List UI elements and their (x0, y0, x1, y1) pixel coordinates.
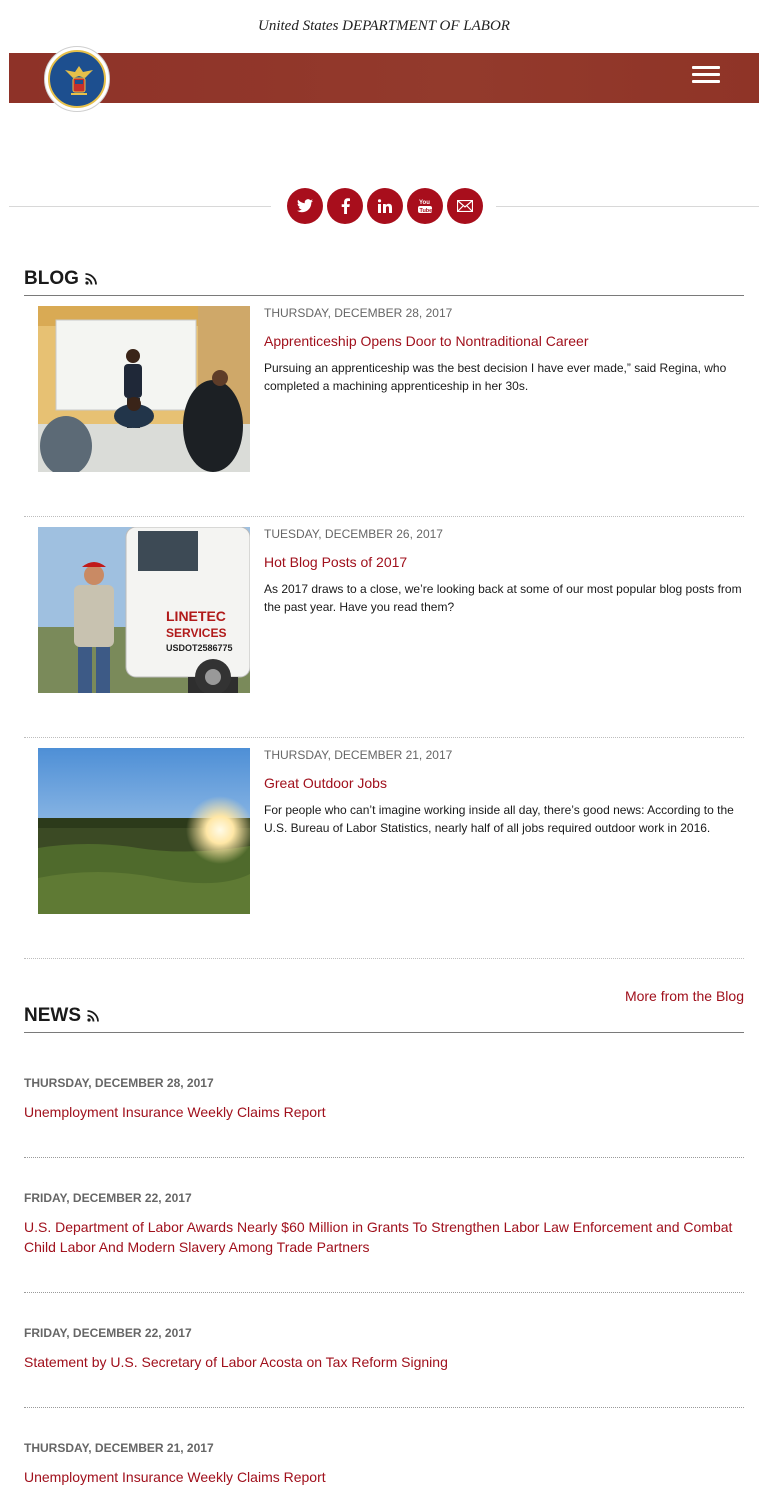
divider (496, 206, 759, 207)
news-item-title[interactable]: Statement by U.S. Secretary of Labor Aco… (24, 1352, 744, 1372)
blog-post-image[interactable] (38, 306, 250, 472)
dol-seal-icon[interactable] (44, 46, 110, 112)
blog-post: THURSDAY, DECEMBER 28, 2017 Apprenticesh… (24, 296, 744, 517)
menu-bar (692, 66, 720, 69)
eagle-icon (65, 66, 93, 95)
blog-post-date: THURSDAY, DECEMBER 21, 2017 (264, 748, 453, 762)
news-item-title[interactable]: U.S. Department of Labor Awards Nearly $… (24, 1217, 744, 1257)
rss-icon[interactable] (87, 1010, 99, 1022)
social-links: You Tube (287, 188, 483, 224)
news-item: FRIDAY, DECEMBER 22, 2017 Statement by U… (24, 1293, 744, 1408)
news-heading: NEWS (24, 1005, 99, 1027)
blog-heading: BLOG (24, 268, 97, 290)
blog-post-excerpt: As 2017 draws to a close, we’re looking … (264, 582, 742, 614)
news-item-date: THURSDAY, DECEMBER 28, 2017 (24, 1076, 214, 1090)
youtube-icon[interactable]: You Tube (407, 188, 443, 224)
news-heading-label: NEWS (24, 1005, 81, 1026)
blog-heading-label: BLOG (24, 268, 79, 289)
agency-title: United States DEPARTMENT OF LABOR (258, 18, 510, 34)
linkedin-icon[interactable] (367, 188, 403, 224)
news-item-date: FRIDAY, DECEMBER 22, 2017 (24, 1191, 192, 1205)
blog-post-title[interactable]: Great Outdoor Jobs (264, 775, 387, 791)
news-item-title[interactable]: Unemployment Insurance Weekly Claims Rep… (24, 1102, 744, 1122)
truck-brand-text: LINETEC (166, 608, 226, 624)
news-item: THURSDAY, DECEMBER 28, 2017 Unemployment… (24, 1060, 744, 1158)
blog-post-excerpt: Pursuing an apprenticeship was the best … (264, 361, 727, 393)
hamburger-menu-icon[interactable] (692, 66, 720, 88)
blog-post-image[interactable] (38, 748, 250, 914)
blog-post-date: THURSDAY, DECEMBER 28, 2017 (264, 306, 453, 320)
blog-post: LINETEC SERVICES USDOT2586775 TUESDAY, D… (24, 517, 744, 738)
truck-brand-text: SERVICES (166, 626, 226, 640)
facebook-icon[interactable] (327, 188, 363, 224)
svg-text:You: You (419, 200, 430, 206)
blog-post-image[interactable]: LINETEC SERVICES USDOT2586775 (38, 527, 250, 693)
blog-post-title[interactable]: Hot Blog Posts of 2017 (264, 554, 407, 570)
news-item-title[interactable]: Unemployment Insurance Weekly Claims Rep… (24, 1467, 744, 1487)
divider (24, 1032, 744, 1033)
email-icon[interactable] (447, 188, 483, 224)
news-item-date: THURSDAY, DECEMBER 21, 2017 (24, 1441, 214, 1455)
blog-post-date: TUESDAY, DECEMBER 26, 2017 (264, 527, 443, 541)
more-from-blog-link[interactable]: More from the Blog (625, 988, 744, 1004)
header-banner (9, 53, 759, 103)
rss-icon[interactable] (85, 273, 97, 285)
news-item: FRIDAY, DECEMBER 22, 2017 U.S. Departmen… (24, 1158, 744, 1293)
truck-usdot-text: USDOT2586775 (166, 643, 233, 653)
news-item-date: FRIDAY, DECEMBER 22, 2017 (24, 1326, 192, 1340)
blog-post: THURSDAY, DECEMBER 21, 2017 Great Outdoo… (24, 738, 744, 959)
blog-post-excerpt: For people who can’t imagine working ins… (264, 803, 734, 835)
blog-post-title[interactable]: Apprenticeship Opens Door to Nontraditio… (264, 333, 589, 349)
twitter-icon[interactable] (287, 188, 323, 224)
divider (9, 206, 271, 207)
menu-bar (692, 73, 720, 76)
menu-bar (692, 80, 720, 83)
svg-text:Tube: Tube (420, 208, 433, 214)
news-item: THURSDAY, DECEMBER 21, 2017 Unemployment… (24, 1408, 744, 1500)
